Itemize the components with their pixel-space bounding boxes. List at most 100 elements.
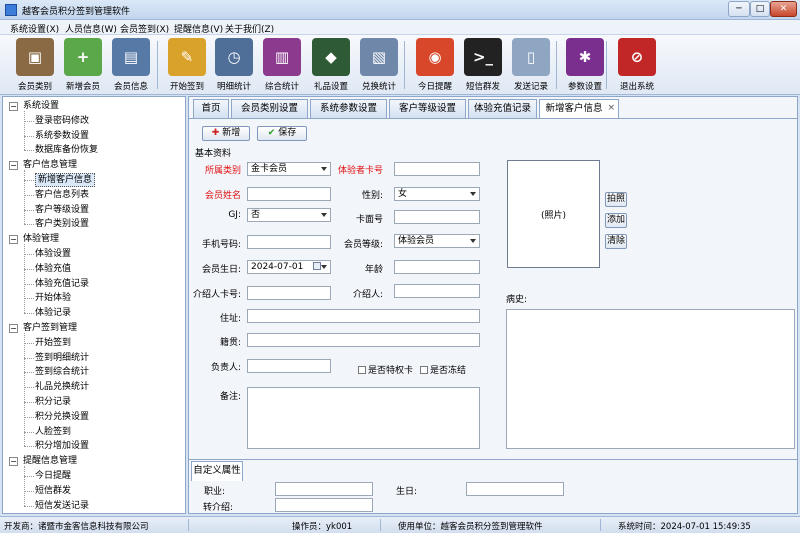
tree-item[interactable]: 客户信息列表 xyxy=(35,188,89,202)
privilege-checkbox[interactable]: 是否特权卡 xyxy=(358,363,413,376)
tree-connector xyxy=(24,298,34,300)
capture-photo-button[interactable]: 拍照 xyxy=(605,192,627,207)
menu-reminder[interactable]: 提醒信息(V) xyxy=(174,22,223,35)
toolbar-label: 明细统计 xyxy=(216,82,251,92)
tab-2[interactable]: 会员类别设置 xyxy=(231,99,308,118)
tree-connector xyxy=(24,505,34,507)
tree-item[interactable]: 积分增加设置 xyxy=(35,439,89,453)
tab-custom-attributes[interactable]: 自定义属性 xyxy=(191,461,243,481)
tree-item[interactable]: 体验充值 xyxy=(35,262,71,276)
tree-item[interactable]: 短信发送记录 xyxy=(35,499,89,513)
menu-system[interactable]: 系统设置(X) xyxy=(10,22,59,35)
tree-item[interactable]: 今日提醒 xyxy=(35,469,71,483)
tree-item[interactable]: 体验记录 xyxy=(35,306,71,320)
tree-item[interactable]: 签到明细统计 xyxy=(35,351,89,365)
toolbar-button-2[interactable]: + 新增会员 xyxy=(60,38,106,92)
manager-input[interactable] xyxy=(247,359,331,373)
tree-item[interactable]: 数据库备份恢复 xyxy=(35,143,98,157)
section-title: 基本资料 xyxy=(195,149,232,159)
tab-1[interactable]: 首页 xyxy=(193,99,229,118)
card-no-input[interactable] xyxy=(394,162,480,176)
toolbar-button-7[interactable]: ◆ 礼品设置 xyxy=(308,38,354,92)
gender-select[interactable]: 女 xyxy=(394,187,480,201)
add-photo-button[interactable]: 添加 xyxy=(605,213,627,228)
tree-item[interactable]: 积分兑换设置 xyxy=(35,410,89,424)
menu-checkin[interactable]: 会员签到(X) xyxy=(120,22,169,35)
member-type-icon: ▣ xyxy=(16,38,54,76)
exit-icon: ⊘ xyxy=(618,38,656,76)
tree-item[interactable]: 签到综合统计 xyxy=(35,365,89,379)
level-select[interactable]: 体验会员 xyxy=(394,234,480,248)
toolbar-button-6[interactable]: ▥ 综合统计 xyxy=(259,38,305,92)
tree-item[interactable]: 人脸签到 xyxy=(35,425,71,439)
tree-group[interactable]: 系统设置 xyxy=(23,99,59,113)
tree-item[interactable]: 积分记录 xyxy=(35,395,71,409)
save-button[interactable]: ✔ 保存 xyxy=(257,126,307,141)
frozen-checkbox[interactable]: 是否冻结 xyxy=(420,363,466,376)
birth-input[interactable] xyxy=(466,482,564,496)
tree-group[interactable]: 体验管理 xyxy=(23,232,59,246)
toolbar-button-3[interactable]: ▤ 会员信息 xyxy=(108,38,154,92)
history-textarea[interactable] xyxy=(506,309,795,449)
clear-photo-button[interactable]: 清除 xyxy=(605,234,627,249)
birthday-picker[interactable]: 2024-07-01 xyxy=(247,260,331,274)
tree-item[interactable]: 登录密码修改 xyxy=(35,114,89,128)
tree-item[interactable]: 新增客户信息 xyxy=(35,173,96,187)
collapse-icon[interactable]: − xyxy=(9,457,18,467)
phone-input[interactable] xyxy=(247,235,331,249)
tab-6[interactable]: 新增客户信息 × xyxy=(539,99,619,119)
tab-4[interactable]: 客户等级设置 xyxy=(389,99,466,118)
tree-item[interactable]: 开始体验 xyxy=(35,291,71,305)
gj-value: 否 xyxy=(251,210,261,220)
tree-item[interactable]: 礼品兑换统计 xyxy=(35,380,89,394)
tree-item[interactable]: 系统参数设置 xyxy=(35,129,89,143)
tree-group[interactable]: 客户信息管理 xyxy=(23,158,77,172)
toolbar-button-11[interactable]: ▯ 发送记录 xyxy=(508,38,554,92)
menu-personnel[interactable]: 人员信息(W) xyxy=(65,22,117,35)
new-button[interactable]: ✚ 新增 xyxy=(202,126,250,141)
toolbar-button-12[interactable]: ✱ 参数设置 xyxy=(562,38,608,92)
collapse-icon[interactable]: − xyxy=(9,324,18,333)
category-select[interactable]: 金卡会员 xyxy=(247,162,331,176)
tree-item[interactable]: 短信群发 xyxy=(35,484,71,498)
menu-about[interactable]: 关于我们(Z) xyxy=(225,22,274,35)
minimize-button[interactable]: ─ xyxy=(728,1,750,17)
tree-group[interactable]: 提醒信息管理 xyxy=(23,454,77,468)
gj-select[interactable]: 否 xyxy=(247,208,331,222)
toolbar-button-10[interactable]: >_ 短信群发 xyxy=(460,38,506,92)
toolbar-button-1[interactable]: ▣ 会员类别 xyxy=(12,38,58,92)
maximize-button[interactable]: □ xyxy=(750,1,770,17)
toolbar-button-9[interactable]: ◉ 今日提醒 xyxy=(412,38,458,92)
collapse-icon[interactable]: − xyxy=(9,102,18,111)
tree-group[interactable]: 客户签到管理 xyxy=(23,321,77,335)
address-input[interactable] xyxy=(247,309,480,323)
name-input[interactable] xyxy=(247,187,331,201)
toolbar-button-5[interactable]: ◷ 明细统计 xyxy=(211,38,257,92)
intro-input[interactable] xyxy=(275,498,373,512)
tree-item[interactable]: 开始签到 xyxy=(35,336,71,350)
toolbar-button-4[interactable]: ✎ 开始签到 xyxy=(164,38,210,92)
chevron-down-icon xyxy=(321,167,327,171)
referrer-input[interactable] xyxy=(394,284,480,298)
job-input[interactable] xyxy=(275,482,373,496)
collapse-icon[interactable]: − xyxy=(9,161,18,171)
collapse-icon[interactable]: − xyxy=(9,235,18,245)
referrer-label: 介绍人: xyxy=(352,290,383,300)
close-tab-icon[interactable]: × xyxy=(607,100,615,117)
tree-item[interactable]: 客户等级设置 xyxy=(35,203,89,217)
tree-item[interactable]: 客户类别设置 xyxy=(35,217,89,231)
toolbar-button-13[interactable]: ⊘ 退出系统 xyxy=(614,38,660,92)
close-button[interactable]: ✕ xyxy=(770,1,797,17)
tree-item[interactable]: 体验设置 xyxy=(35,247,71,261)
tree-item[interactable]: 体验充值记录 xyxy=(35,277,89,291)
origin-input[interactable] xyxy=(247,333,480,347)
cardface-input[interactable] xyxy=(394,210,480,224)
tab-3[interactable]: 系统参数设置 xyxy=(310,99,387,118)
toolbar-button-8[interactable]: ▧ 兑换统计 xyxy=(356,38,402,92)
new-button-label: 新增 xyxy=(222,128,241,138)
tab-5[interactable]: 体验充值记录 xyxy=(468,99,537,118)
ref-card-input[interactable] xyxy=(247,286,331,300)
toolbar: ▣ 会员类别 + 新增会员 ▤ 会员信息 ✎ 开始签到 ◷ 明细统计 ▥ 综合统计 ◆ 礼品设置 ▧ 兑换统计… xyxy=(0,35,800,95)
age-input[interactable] xyxy=(394,260,480,274)
remark-textarea[interactable] xyxy=(247,387,480,449)
